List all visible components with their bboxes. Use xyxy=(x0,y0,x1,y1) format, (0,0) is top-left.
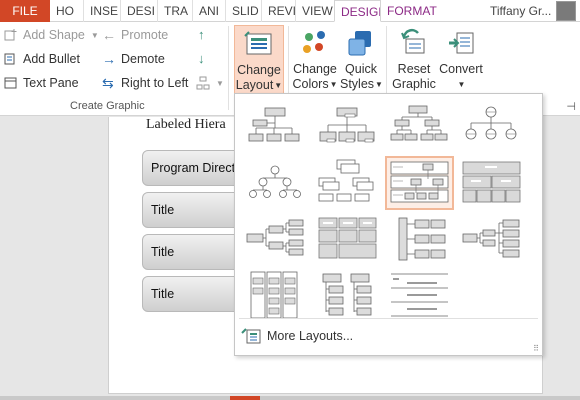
chevron-down-icon: ▼ xyxy=(375,80,383,90)
reset-icon xyxy=(398,27,430,59)
slide-title[interactable]: Labeled Hiera xyxy=(146,117,226,133)
arrow-down-icon: ↓ xyxy=(198,51,205,66)
layout-option-circle-picture-hierarchy[interactable] xyxy=(457,100,526,154)
add-bullet-button[interactable]: Add Bullet xyxy=(4,52,80,66)
status-bar-strip xyxy=(0,396,580,400)
layout-option-hierarchy[interactable] xyxy=(241,156,310,210)
add-bullet-icon xyxy=(4,52,18,66)
right-to-left-icon: ⇆ xyxy=(102,75,114,91)
layout-option-half-circle-org-chart[interactable] xyxy=(385,100,454,154)
dropdown-separator xyxy=(239,318,538,319)
layout-option-horizontal-multi-level-hierarchy[interactable] xyxy=(385,212,454,266)
chevron-down-icon: ▼ xyxy=(274,81,283,91)
move-down-button[interactable]: ↓ xyxy=(198,52,217,66)
user-avatar[interactable] xyxy=(556,1,576,21)
layout-option-table-hierarchy[interactable] xyxy=(457,156,526,210)
pin-ribbon-icon[interactable]: ⊣ xyxy=(566,100,576,113)
tab-insert[interactable]: INSE xyxy=(83,0,120,22)
tab-design[interactable]: DESI xyxy=(120,0,157,22)
tab-slide-show[interactable]: SLID xyxy=(225,0,261,22)
chevron-down-icon: ▼ xyxy=(216,78,224,88)
chevron-down-icon: ▼ xyxy=(329,80,338,90)
tab-smartart-format[interactable]: FORMAT xyxy=(381,0,439,22)
layout-option-labeled-hierarchy[interactable] xyxy=(385,156,454,210)
layout-option-labeled-hierarchy-stacked[interactable] xyxy=(313,156,382,210)
tab-review[interactable]: REVI xyxy=(261,0,295,22)
smartart-layouts-icon xyxy=(241,327,261,345)
change-layout-button[interactable]: Change Layout▼ xyxy=(234,25,284,97)
tab-view[interactable]: VIEW xyxy=(295,0,334,22)
text-pane-button[interactable]: Text Pane xyxy=(4,76,79,90)
quick-styles-icon xyxy=(345,27,377,59)
tab-file[interactable]: FILE xyxy=(0,0,50,22)
change-layout-icon xyxy=(243,28,275,60)
group-label-create-graphic: Create Graphic xyxy=(70,100,145,112)
chevron-down-icon: ▼ xyxy=(457,80,466,90)
layout-option-hierarchy-list[interactable] xyxy=(313,268,382,322)
demote-button[interactable]: → Demote xyxy=(102,52,165,66)
arrow-right-icon: → xyxy=(102,51,116,67)
layout-option-organization-chart[interactable] xyxy=(241,100,310,154)
arrow-left-icon: ← xyxy=(102,27,116,43)
tab-animations[interactable]: ANI xyxy=(192,0,225,22)
layout-option-lined-list[interactable] xyxy=(385,268,454,322)
add-shape-button[interactable]: Add Shape ▼ xyxy=(4,28,99,42)
reset-graphic-button[interactable]: Reset Graphic xyxy=(390,25,438,97)
add-shape-icon xyxy=(4,28,18,42)
right-to-left-button[interactable]: ⇆ Right to Left xyxy=(102,76,188,90)
move-up-button[interactable]: ↑ xyxy=(198,28,217,42)
layout-option-horizontal-hierarchy[interactable] xyxy=(241,212,310,266)
convert-icon xyxy=(445,27,477,59)
arrow-up-icon: ↑ xyxy=(198,27,205,42)
layout-option-button[interactable]: ▼ xyxy=(196,76,224,90)
layout-option-horizontal-labeled-hierarchy[interactable] xyxy=(313,212,382,266)
tab-home[interactable]: HO xyxy=(50,0,83,22)
change-colors-button[interactable]: Change Colors▼ xyxy=(292,25,338,97)
group-separator xyxy=(228,26,229,110)
org-layout-icon xyxy=(196,76,210,90)
tab-transitions[interactable]: TRA xyxy=(157,0,192,22)
text-pane-icon xyxy=(4,76,18,90)
promote-button[interactable]: ← Promote xyxy=(102,28,168,42)
more-layouts-button[interactable]: More Layouts... xyxy=(241,325,353,347)
user-name[interactable]: Tiffany Gr... xyxy=(484,0,554,22)
tab-smartart-design[interactable]: DESIGN xyxy=(334,0,381,22)
layout-option-stacked-list[interactable] xyxy=(241,268,310,322)
layout-option-name-and-title-org-chart[interactable] xyxy=(313,100,382,154)
quick-styles-button[interactable]: Quick Styles▼ xyxy=(340,25,383,97)
layout-gallery-dropdown: More Layouts... ⠿ xyxy=(234,93,543,356)
palette-icon xyxy=(299,27,331,59)
convert-button[interactable]: Convert ▼ xyxy=(438,25,484,97)
ribbon-tab-bar: FILE HO INSE DESI TRA ANI SLID REVI VIEW… xyxy=(0,0,580,22)
layout-option-horizontal-org-chart[interactable] xyxy=(457,212,526,266)
gallery-scrollbar[interactable] xyxy=(532,98,540,318)
chevron-down-icon: ▼ xyxy=(90,30,99,40)
status-accent xyxy=(230,396,260,400)
resize-grip-icon[interactable]: ⠿ xyxy=(533,344,539,353)
